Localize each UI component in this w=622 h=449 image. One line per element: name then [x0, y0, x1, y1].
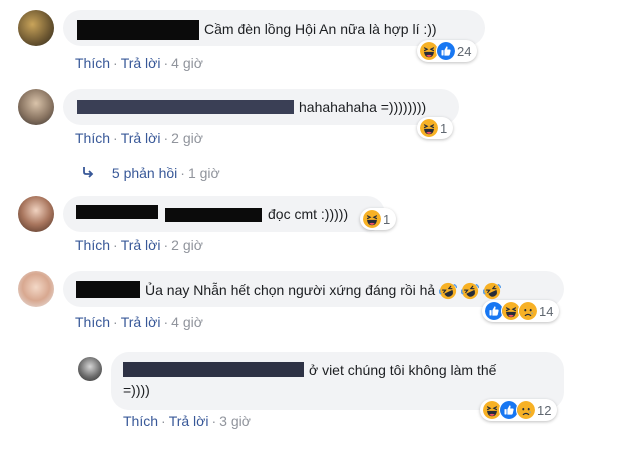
haha-icon — [362, 209, 382, 229]
reaction-summary[interactable]: 14 — [482, 300, 560, 322]
separator: · — [113, 237, 118, 253]
timestamp[interactable]: 4 giờ — [171, 314, 203, 330]
timestamp[interactable]: 3 giờ — [219, 413, 251, 429]
rofl-emoji — [461, 282, 479, 300]
separator: · — [113, 55, 118, 71]
separator: · — [211, 413, 217, 429]
comment-actions: Thích · Trả lời · 2 giờ — [75, 130, 203, 146]
separator: · — [163, 237, 169, 253]
timestamp[interactable]: 2 giờ — [171, 237, 203, 253]
reply-text-line-1: ở viet chúng tôi không làm thế — [309, 362, 497, 378]
reaction-count: 12 — [537, 402, 552, 418]
like-link[interactable]: Thích — [75, 55, 110, 71]
reaction-summary[interactable]: 1 — [360, 208, 397, 230]
redacted-author-name — [76, 205, 158, 219]
like-icon — [436, 41, 456, 61]
separator: · — [163, 55, 169, 71]
redacted-author-name — [77, 20, 199, 40]
sad-icon — [518, 301, 538, 321]
haha-icon — [419, 118, 439, 138]
comment-actions: Thích · Trả lời · 4 giờ — [75, 55, 203, 71]
sad-icon — [516, 400, 536, 420]
comment-text: đọc cmt :))))) — [268, 206, 349, 222]
reply-link[interactable]: Trả lời — [121, 237, 161, 253]
comment-actions: Thích · Trả lời · 4 giờ — [75, 314, 203, 330]
reply-link[interactable]: Trả lời — [121, 314, 161, 330]
reaction-summary[interactable]: 1 — [417, 117, 454, 139]
reaction-count: 1 — [383, 211, 391, 227]
like-link[interactable]: Thích — [123, 413, 158, 429]
view-replies-link[interactable]: 5 phản hồi · 1 giờ — [82, 165, 220, 181]
rofl-emoji — [439, 282, 457, 300]
reaction-count: 24 — [457, 43, 472, 59]
separator: · — [113, 130, 118, 146]
redacted-author-name — [165, 208, 262, 222]
avatar[interactable] — [18, 89, 54, 125]
replies-count-label[interactable]: 5 phản hồi — [112, 165, 177, 181]
comment-text: hahahahaha =)))))))) — [299, 99, 427, 115]
reply-link[interactable]: Trả lời — [121, 55, 161, 71]
like-link[interactable]: Thích — [75, 237, 110, 253]
comment-actions: Thích · Trả lời · 2 giờ — [75, 237, 203, 253]
comment-text: Ủa nay Nhẫn hết chọn người xứng đáng rồi… — [145, 282, 436, 298]
reply-link[interactable]: Trả lời — [121, 130, 161, 146]
separator: · — [161, 413, 166, 429]
timestamp[interactable]: 4 giờ — [171, 55, 203, 71]
timestamp: 1 giờ — [187, 165, 220, 181]
reply-text-line-2: =)))) — [123, 382, 150, 398]
timestamp[interactable]: 2 giờ — [171, 130, 203, 146]
separator: · — [180, 165, 185, 181]
rofl-emoji — [483, 282, 501, 300]
redacted-author-name — [76, 281, 140, 298]
separator: · — [163, 314, 169, 330]
comment-actions: Thích · Trả lời · 3 giờ — [123, 413, 251, 429]
avatar[interactable] — [18, 271, 54, 307]
comment-text-line: Ủa nay Nhẫn hết chọn người xứng đáng rồi… — [145, 281, 501, 300]
avatar[interactable] — [18, 196, 54, 232]
reaction-count: 14 — [539, 303, 554, 319]
like-link[interactable]: Thích — [75, 314, 110, 330]
like-link[interactable]: Thích — [75, 130, 110, 146]
separator: · — [113, 314, 118, 330]
avatar[interactable] — [18, 10, 54, 46]
separator: · — [163, 130, 169, 146]
reaction-count: 1 — [440, 120, 448, 136]
reaction-summary[interactable]: 24 — [417, 40, 478, 62]
reply-arrow-icon — [82, 165, 96, 181]
redacted-author-name — [77, 100, 294, 114]
reaction-summary[interactable]: 12 — [480, 399, 558, 421]
avatar[interactable] — [78, 357, 102, 381]
redacted-author-name — [123, 362, 304, 377]
comment-text: Cầm đèn lồng Hội An nữa là hợp lí :)) — [204, 21, 437, 37]
reply-link[interactable]: Trả lời — [169, 413, 209, 429]
